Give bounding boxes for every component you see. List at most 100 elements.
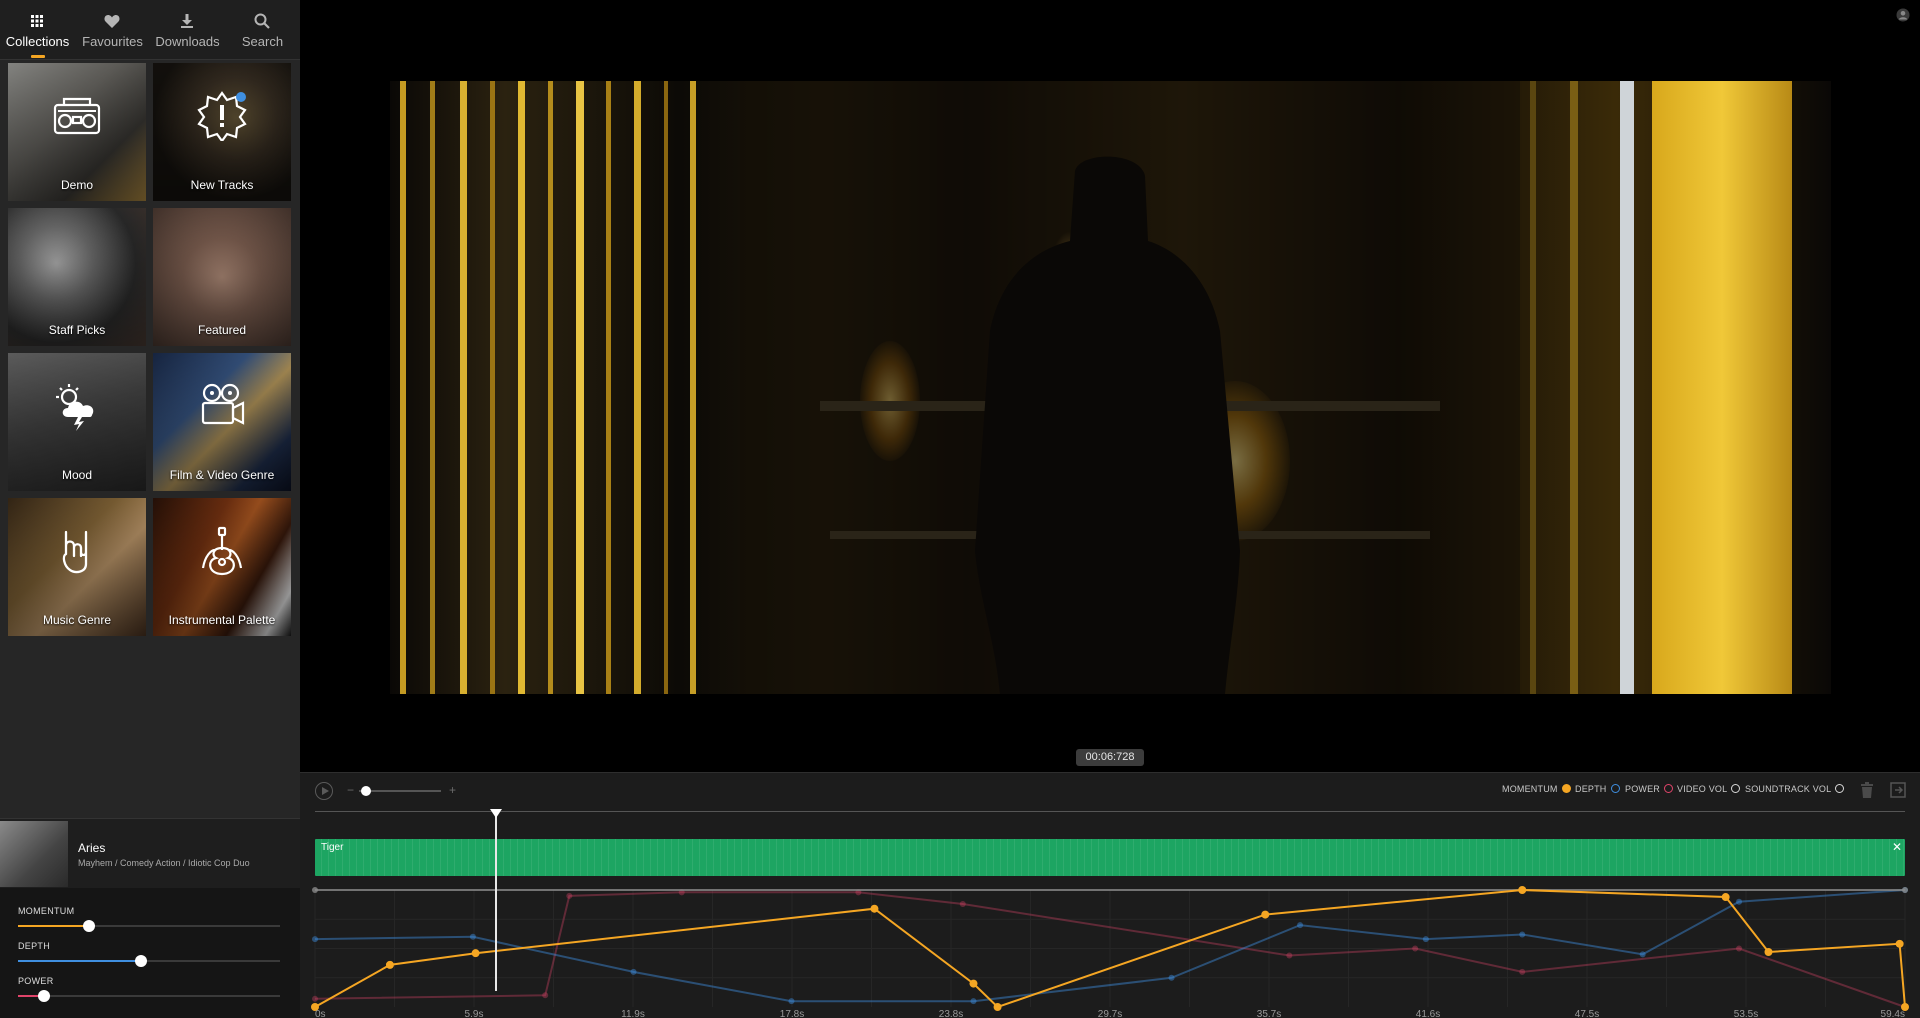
time-tick-label: 41.6s	[1416, 1009, 1440, 1018]
legend-label: MOMENTUM	[1502, 784, 1558, 794]
active-indicator	[31, 55, 45, 58]
power-point	[312, 995, 318, 1002]
power-point	[1736, 945, 1743, 952]
collection-label: Instrumental Palette	[168, 613, 276, 627]
collection-tile-film-video-genre[interactable]: Film & Video Genre	[153, 353, 291, 491]
legend-label: SOUNDTRACK VOL	[1745, 784, 1832, 794]
power-slider-handle[interactable]	[38, 990, 51, 1002]
momentum-point	[870, 904, 879, 913]
depth-point	[1736, 898, 1743, 905]
automation-graph[interactable]: 0s 5.9s 11.9s 17.8s 23.8s 29.7s 35.7s 41.6s 47.5…	[300, 881, 1920, 1018]
legend-momentum[interactable]: MOMENTUM	[1502, 784, 1571, 794]
nav-downloads[interactable]: Downloads	[150, 0, 225, 60]
nav-label: Downloads	[155, 34, 220, 49]
collection-tile-staff-picks[interactable]: Staff Picks	[8, 208, 146, 346]
collection-tile-featured[interactable]: Featured	[153, 208, 291, 346]
close-icon[interactable]: ✕	[1892, 840, 1902, 854]
nav-favourites[interactable]: Favourites	[75, 0, 150, 60]
depth-slider[interactable]	[18, 955, 280, 967]
depth-label: DEPTH	[18, 941, 51, 951]
time-tick-label: 35.7s	[1257, 1009, 1281, 1018]
collection-tile-instrumental-palette[interactable]: Instrumental Palette	[153, 498, 291, 636]
momentum-slider-handle[interactable]	[82, 920, 95, 932]
collection-tile-new-tracks[interactable]: New Tracks	[153, 63, 291, 201]
heart-icon	[104, 15, 120, 28]
legend-power[interactable]: POWER	[1625, 784, 1674, 794]
now-playing-subtitle: Mayhem / Comedy Action / Idiotic Cop Duo	[78, 858, 250, 868]
legend-video-vol[interactable]: VIDEO VOL	[1677, 784, 1741, 794]
user-account-icon[interactable]	[1896, 8, 1910, 22]
momentum-point	[1895, 939, 1904, 948]
time-tick-label: 53.5s	[1734, 1009, 1758, 1018]
depth-slider-handle[interactable]	[135, 955, 148, 967]
legend-soundtrack-vol[interactable]: SOUNDTRACK VOL	[1745, 784, 1845, 794]
now-playing-panel[interactable]: Aries Mayhem / Comedy Action / Idiotic C…	[0, 818, 300, 888]
time-tick-label: 0s	[315, 1009, 326, 1018]
playhead-line	[495, 811, 497, 991]
trash-icon[interactable]	[1860, 782, 1874, 798]
momentum-slider[interactable]	[18, 920, 280, 932]
video-frame[interactable]	[390, 81, 1831, 694]
library-nav: Collections Favourites Downloads Search	[0, 0, 300, 60]
legend-label: VIDEO VOL	[1677, 784, 1728, 794]
collection-tile-music-genre[interactable]: Music Genre	[8, 498, 146, 636]
collection-label: Featured	[197, 323, 247, 337]
time-axis: 0s 5.9s 11.9s 17.8s 23.8s 29.7s 35.7s 41.6s 47.5…	[315, 1009, 1905, 1018]
collection-label: Film & Video Genre	[169, 468, 275, 482]
nav-search[interactable]: Search	[225, 0, 300, 60]
depth-point	[1639, 951, 1646, 958]
power-point	[959, 901, 966, 908]
video-vol-point	[312, 887, 318, 893]
now-playing-thumbnail	[0, 821, 68, 887]
momentum-label: MOMENTUM	[18, 906, 75, 916]
depth-point	[1422, 936, 1429, 943]
grid-icon	[31, 15, 43, 27]
depth-point	[970, 998, 977, 1005]
collection-label: Music Genre	[42, 613, 112, 627]
nav-label: Collections	[5, 34, 70, 49]
play-button[interactable]	[315, 782, 333, 800]
momentum-point	[969, 979, 978, 988]
legend-label: POWER	[1625, 784, 1661, 794]
timeline-ruler[interactable]	[315, 811, 1905, 812]
nav-collections[interactable]: Collections	[0, 0, 75, 60]
power-point	[1519, 968, 1526, 975]
legend-marker	[1610, 784, 1620, 793]
time-tick-label: 17.8s	[780, 1009, 804, 1018]
depth-point	[469, 933, 476, 940]
legend-marker	[1731, 784, 1741, 793]
collection-label: New Tracks	[190, 178, 254, 192]
collection-tile-demo[interactable]: Demo	[8, 63, 146, 201]
power-point	[1412, 945, 1419, 952]
legend-marker	[1561, 784, 1571, 793]
video-preview: 00:06:728	[300, 0, 1920, 772]
zoom-in-button[interactable]: +	[449, 783, 456, 797]
zoom-slider-handle[interactable]	[361, 786, 371, 796]
momentum-point	[385, 960, 394, 969]
depth-slider-fill	[18, 960, 142, 962]
momentum-point	[1518, 886, 1527, 894]
zoom-slider[interactable]	[359, 790, 441, 792]
legend-depth[interactable]: DEPTH	[1575, 784, 1620, 794]
collection-tile-mood[interactable]: Mood	[8, 353, 146, 491]
power-label: POWER	[18, 976, 54, 986]
power-slider[interactable]	[18, 990, 280, 1002]
collection-label: Staff Picks	[48, 323, 106, 337]
guitar-icon	[201, 526, 243, 576]
playhead-handle[interactable]	[490, 809, 502, 818]
time-tick-label: 23.8s	[939, 1009, 963, 1018]
time-tick-label: 47.5s	[1575, 1009, 1599, 1018]
now-playing-title: Aries	[78, 841, 106, 855]
timeline-editor: − + MOMENTUM DEPTH POWER VIDEO VOL SOUND…	[300, 772, 1920, 1018]
zoom-out-button[interactable]: −	[347, 783, 354, 797]
depth-point	[1168, 974, 1175, 981]
audio-track-clip[interactable]: Tiger ✕	[315, 839, 1905, 876]
time-tick-label: 5.9s	[465, 1009, 484, 1018]
momentum-point	[993, 1003, 1002, 1011]
depth-point	[1519, 931, 1526, 938]
nav-label: Search	[241, 34, 284, 49]
legend-marker	[1835, 784, 1845, 793]
exit-icon[interactable]	[1890, 782, 1906, 798]
silhouette-figure	[740, 81, 1520, 694]
collection-label: Demo	[60, 178, 93, 192]
